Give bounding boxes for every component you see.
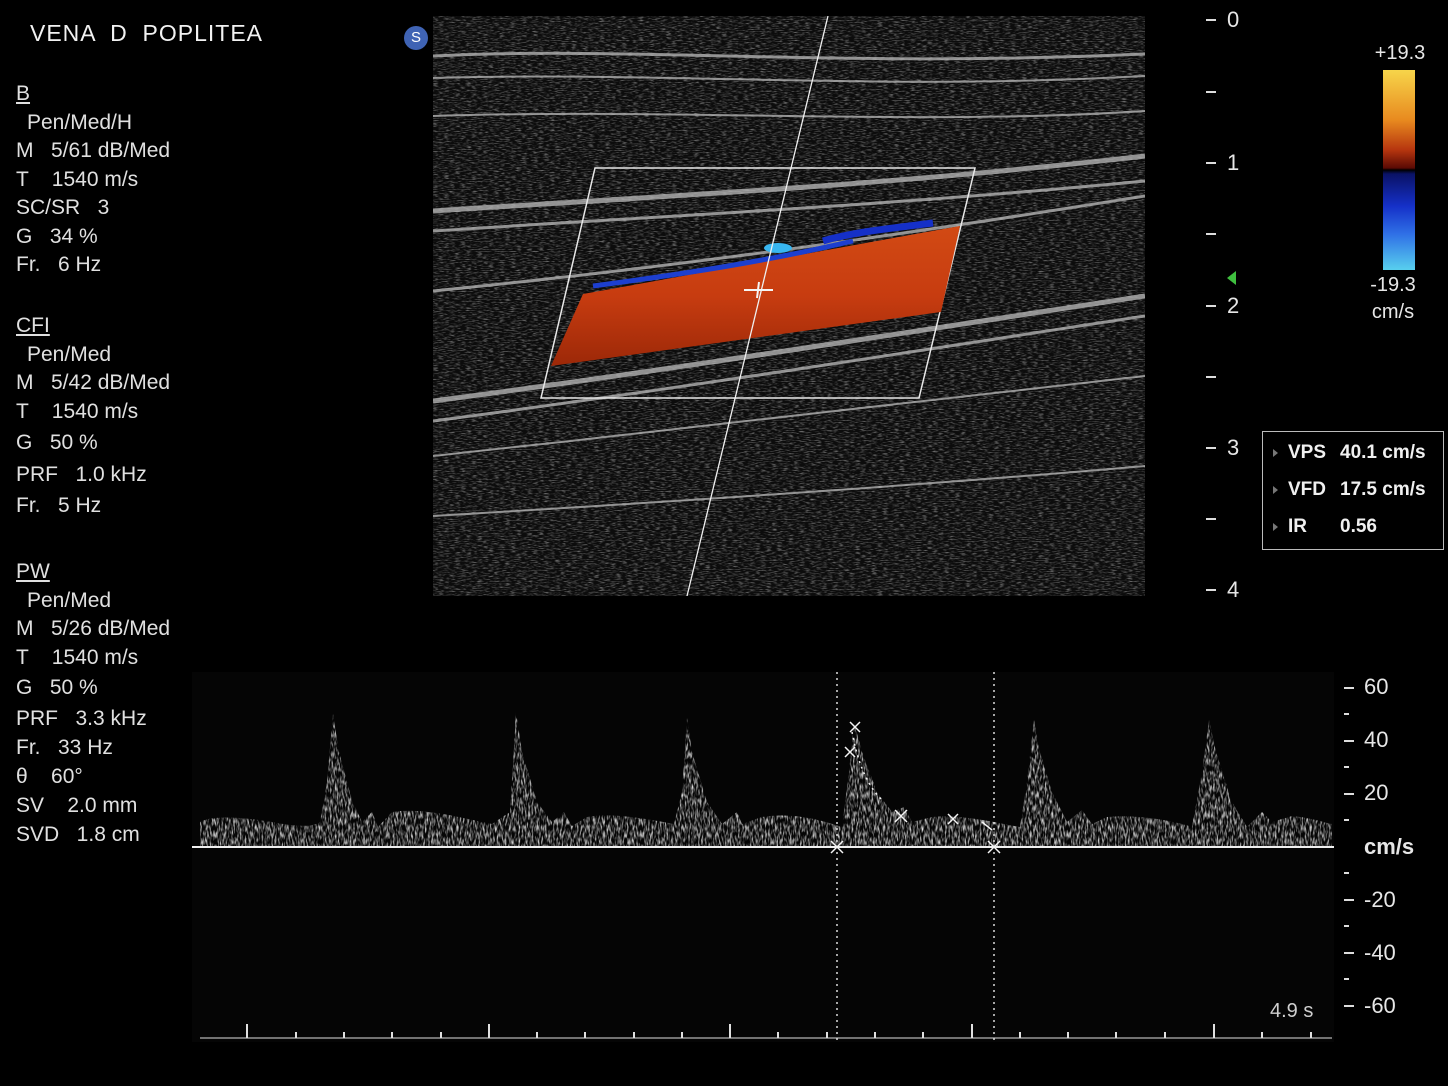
velocity-tick bbox=[1344, 899, 1354, 901]
pw-header: PW bbox=[16, 560, 50, 583]
velocity-label: -20 bbox=[1364, 887, 1396, 912]
param-row: Pen/Med bbox=[27, 588, 112, 612]
bmode-image[interactable] bbox=[433, 16, 1145, 596]
depth-tick bbox=[1206, 376, 1216, 378]
measurement-key: VFD bbox=[1288, 479, 1326, 500]
param-row: T 1540 m/s bbox=[16, 399, 139, 423]
pw-params: PW Pen/Med M 5/26 dB/Med T 1540 m/s G 50… bbox=[16, 558, 170, 849]
exam-title: VENA D POPLITEA bbox=[30, 20, 264, 46]
param-row: G 50 % bbox=[16, 431, 98, 454]
measurement-row[interactable]: IR 0.56 bbox=[1273, 516, 1377, 538]
measurement-value: 17.5 cm/s bbox=[1340, 479, 1426, 500]
color-scale-max: +19.3 bbox=[1374, 42, 1426, 64]
depth-label: 0 bbox=[1227, 7, 1240, 32]
depth-label: 1 bbox=[1227, 150, 1240, 175]
velocity-tick bbox=[1344, 713, 1349, 715]
measurement-row[interactable]: VPS 40.1 cm/s bbox=[1273, 442, 1426, 464]
velocity-label: -40 bbox=[1364, 940, 1396, 965]
bullet-triangle-icon bbox=[1273, 485, 1278, 494]
depth-tick bbox=[1206, 589, 1216, 591]
param-row: M 5/42 dB/Med bbox=[16, 371, 171, 394]
spectral-doppler[interactable] bbox=[192, 672, 1334, 1042]
param-row: T 1540 m/s bbox=[16, 167, 139, 191]
velocity-label: 20 bbox=[1364, 780, 1389, 805]
bullet-triangle-icon bbox=[1273, 448, 1278, 457]
depth-tick bbox=[1206, 518, 1216, 520]
depth-tick bbox=[1206, 162, 1216, 164]
param-row: Fr. 33 Hz bbox=[16, 736, 113, 759]
velocity-tick bbox=[1344, 740, 1354, 742]
param-row: SC/SR 3 bbox=[16, 196, 110, 219]
color-scale-bar bbox=[1383, 70, 1415, 270]
sweep-time-label: 4.9 s bbox=[1270, 1000, 1314, 1022]
s-badge-icon[interactable]: S bbox=[404, 26, 428, 50]
b-mode-header: B bbox=[16, 82, 31, 105]
param-row: G 34 % bbox=[16, 224, 98, 248]
param-row: Fr. 5 Hz bbox=[16, 494, 102, 517]
velocity-tick bbox=[1344, 819, 1349, 821]
param-row: T 1540 m/s bbox=[16, 645, 139, 669]
color-scale-min: -19.3 bbox=[1370, 274, 1416, 296]
param-row: Pen/Med bbox=[27, 342, 112, 366]
param-row: G 50 % bbox=[16, 676, 98, 699]
measurement-value: 40.1 cm/s bbox=[1340, 442, 1426, 463]
measurement-panel: VPS 40.1 cm/s VFD 17.5 cm/s IR 0.56 bbox=[1262, 431, 1444, 550]
velocity-unit: cm/s bbox=[1364, 834, 1415, 859]
depth-tick bbox=[1206, 19, 1216, 21]
cfi-params: CFI Pen/Med M 5/42 dB/Med T 1540 m/s G 5… bbox=[16, 312, 170, 521]
param-row: PRF 3.3 kHz bbox=[16, 706, 147, 730]
param-row: Fr. 6 Hz bbox=[16, 253, 102, 276]
velocity-tick bbox=[1344, 925, 1349, 927]
measurement-row[interactable]: VFD 17.5 cm/s bbox=[1273, 479, 1426, 501]
velocity-tick bbox=[1344, 1005, 1354, 1007]
depth-tick bbox=[1206, 305, 1216, 307]
bullet-triangle-icon bbox=[1273, 522, 1278, 531]
depth-tick bbox=[1206, 447, 1216, 449]
measurement-value: 0.56 bbox=[1340, 516, 1377, 537]
param-row: SVD 1.8 cm bbox=[16, 822, 140, 846]
param-row: M 5/26 dB/Med bbox=[16, 617, 171, 640]
velocity-label: 60 bbox=[1364, 674, 1389, 699]
focus-triangle-icon[interactable] bbox=[1227, 271, 1237, 285]
depth-label: 2 bbox=[1227, 293, 1240, 318]
depth-label: 4 bbox=[1227, 577, 1240, 602]
param-row: M 5/61 dB/Med bbox=[16, 139, 171, 162]
measurement-key: VPS bbox=[1288, 442, 1327, 463]
param-row: SV 2.0 mm bbox=[16, 794, 138, 817]
depth-tick bbox=[1206, 91, 1216, 93]
velocity-tick bbox=[1344, 952, 1354, 954]
velocity-tick bbox=[1344, 978, 1349, 980]
depth-label: 3 bbox=[1227, 435, 1240, 460]
velocity-label: -60 bbox=[1364, 993, 1396, 1018]
depth-tick bbox=[1206, 233, 1216, 235]
velocity-tick bbox=[1344, 687, 1354, 689]
cfi-header: CFI bbox=[16, 314, 50, 337]
velocity-label: 40 bbox=[1364, 727, 1389, 752]
param-row: θ 60° bbox=[16, 764, 83, 788]
velocity-tick bbox=[1344, 872, 1349, 874]
measurement-key: IR bbox=[1288, 516, 1307, 537]
param-row: PRF 1.0 kHz bbox=[16, 462, 147, 486]
velocity-tick bbox=[1344, 793, 1354, 795]
b-mode-params: B Pen/Med/H M 5/61 dB/Med T 1540 m/s SC/… bbox=[16, 80, 170, 280]
velocity-tick bbox=[1344, 766, 1349, 768]
color-scale-unit: cm/s bbox=[1371, 301, 1415, 323]
param-row: Pen/Med/H bbox=[27, 110, 133, 134]
